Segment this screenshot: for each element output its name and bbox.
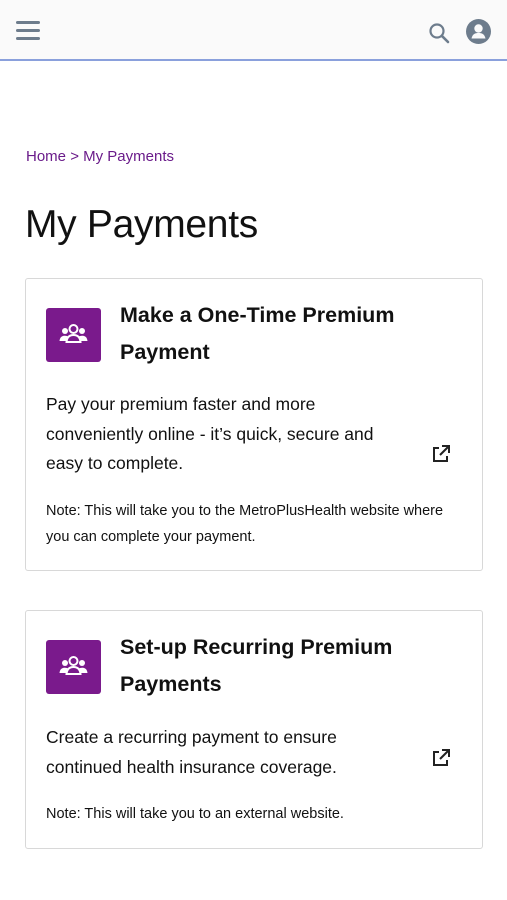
card-description: Pay your premium faster and more conveni…	[46, 394, 374, 473]
breadcrumb-home-link[interactable]: Home	[26, 148, 66, 165]
hamburger-menu-icon[interactable]	[16, 21, 40, 40]
card-title: Make a One-Time Premium Payment	[120, 303, 395, 364]
search-icon[interactable]	[428, 22, 450, 44]
card-note: Note: This will take you to the MetroPlu…	[46, 503, 444, 545]
one-time-payment-card[interactable]: Make a One-Time Premium Payment Pay your…	[25, 278, 483, 571]
card-description: Create a recurring payment to ensure con…	[46, 727, 337, 777]
external-link-icon[interactable]	[430, 747, 452, 769]
breadcrumb: Home > My Payments	[26, 148, 174, 165]
members-group-icon	[46, 308, 101, 362]
user-account-icon[interactable]	[466, 19, 491, 44]
card-note: Note: This will take you to an external …	[46, 806, 344, 822]
recurring-payment-card[interactable]: Set-up Recurring Premium Payments Create…	[25, 610, 483, 849]
page-title: My Payments	[25, 203, 258, 246]
top-navigation-bar	[0, 0, 507, 61]
external-link-icon[interactable]	[430, 443, 452, 465]
members-group-icon	[46, 640, 101, 694]
card-title: Set-up Recurring Premium Payments	[120, 635, 393, 696]
breadcrumb-current: My Payments	[83, 148, 174, 165]
breadcrumb-separator: >	[70, 148, 79, 165]
